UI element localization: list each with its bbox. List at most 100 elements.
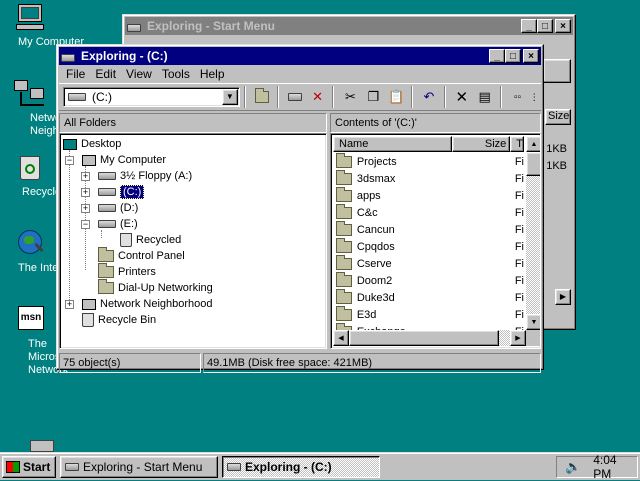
column-header-size[interactable]: Size xyxy=(545,109,571,125)
file-row[interactable]: Duke3d Fi xyxy=(333,288,524,306)
up-folder-button[interactable] xyxy=(251,86,273,108)
scroll-down-button[interactable]: ▼ xyxy=(526,314,540,330)
explorer-icon xyxy=(65,462,79,471)
desktop-icon xyxy=(63,138,77,150)
file-row[interactable]: Doom2 Fi xyxy=(333,271,524,289)
desktop-icon-recycle-bin[interactable]: Recycle Bin xyxy=(0,152,80,198)
small-icons-button[interactable]: ⋮ xyxy=(529,86,539,108)
task-button-start-menu[interactable]: Exploring - Start Menu xyxy=(60,455,218,478)
file-row[interactable]: 3dsmax Fi xyxy=(333,169,524,187)
expand-toggle[interactable]: + xyxy=(81,204,90,213)
speaker-icon[interactable]: 🔈 xyxy=(565,459,581,475)
expand-toggle[interactable]: + xyxy=(81,188,90,197)
scroll-left-button[interactable]: ◀ xyxy=(333,330,349,346)
printers-icon xyxy=(98,263,114,278)
tree-item-drive-d[interactable]: (D:) xyxy=(98,200,138,216)
folder-icon xyxy=(336,254,352,270)
column-header-name[interactable]: Name xyxy=(333,136,453,152)
tree-item-label: Recycle Bin xyxy=(98,314,157,326)
tree-item-drive-c[interactable]: (C:) xyxy=(98,184,145,200)
tree-item-network[interactable]: Network Neighborhood xyxy=(82,296,213,312)
file-row[interactable]: E3d Fi xyxy=(333,305,524,323)
vertical-scrollbar[interactable]: ▲ ▼ xyxy=(526,136,540,330)
undo-button[interactable]: ↶ xyxy=(418,86,440,108)
maximize-button[interactable]: □ xyxy=(537,19,553,33)
desktop-icon-internet[interactable]: The Internet xyxy=(0,228,77,274)
expand-toggle[interactable]: + xyxy=(81,172,90,181)
scroll-right-button[interactable]: ▶ xyxy=(555,289,571,305)
clock[interactable]: 4:04 PM xyxy=(593,453,637,481)
menu-file[interactable]: File xyxy=(61,67,90,81)
file-row[interactable]: Cancun Fi xyxy=(333,220,524,238)
column-header-type[interactable]: T xyxy=(510,136,524,152)
collapse-toggle[interactable]: − xyxy=(65,156,74,165)
copy-button[interactable]: ❐ xyxy=(362,86,384,108)
title-bar[interactable]: Exploring - Start Menu _ □ × xyxy=(125,17,573,35)
column-header-size[interactable]: Size xyxy=(452,136,511,152)
tree-item-printers[interactable]: Printers xyxy=(98,263,156,280)
menu-tools[interactable]: Tools xyxy=(157,67,195,81)
small-icons-icon: ⋮ xyxy=(529,91,539,102)
properties-button[interactable]: ▤ xyxy=(474,86,496,108)
cut-button[interactable]: ✂ xyxy=(339,86,361,108)
tree-item-label: Recycled xyxy=(136,234,182,246)
up-folder-icon xyxy=(254,88,269,103)
file-row[interactable]: Cpqdos Fi xyxy=(333,237,524,255)
address-combo[interactable]: (C:) ▼ xyxy=(63,87,240,107)
map-drive-button[interactable] xyxy=(284,86,306,108)
tree-item-control-panel[interactable]: Control Panel xyxy=(98,247,185,264)
scroll-right-button[interactable]: ▶ xyxy=(510,330,526,346)
scroll-thumb[interactable] xyxy=(526,152,540,176)
maximize-button[interactable]: □ xyxy=(505,49,521,63)
properties-button[interactable] xyxy=(543,59,571,83)
window-title: Exploring - Start Menu xyxy=(147,19,276,33)
large-icons-button[interactable]: ▫▫ xyxy=(507,86,529,108)
delete-icon: ✕ xyxy=(455,89,469,106)
size-cell: 1KB xyxy=(546,160,567,172)
menu-help[interactable]: Help xyxy=(195,67,230,81)
tree-item-dialup[interactable]: Dial-Up Networking xyxy=(98,279,213,296)
tree-item-drive-e[interactable]: (E:) xyxy=(98,216,138,232)
horizontal-scrollbar[interactable]: ◀ ▶ xyxy=(333,330,526,346)
close-button[interactable]: × xyxy=(555,19,571,33)
menu-view[interactable]: View xyxy=(121,67,157,81)
minimize-button[interactable]: _ xyxy=(489,49,505,63)
file-row[interactable]: Projects Fi xyxy=(333,152,524,170)
task-button-explorer-c[interactable]: Exploring - (C:) xyxy=(222,455,380,478)
delete-button[interactable]: ✕ xyxy=(451,86,473,108)
paste-button[interactable]: 📋 xyxy=(385,86,407,108)
file-name: apps xyxy=(356,189,381,202)
scroll-up-button[interactable]: ▲ xyxy=(526,136,540,152)
title-bar[interactable]: Exploring - (C:) _ □ × xyxy=(59,47,541,65)
tree-item-label: Dial-Up Networking xyxy=(118,282,213,294)
large-icons-icon: ▫▫ xyxy=(514,91,522,103)
collapse-toggle[interactable]: − xyxy=(81,220,90,229)
tree-item-my-computer[interactable]: My Computer xyxy=(82,152,166,168)
control-panel-icon xyxy=(98,247,114,262)
chevron-down-icon[interactable]: ▼ xyxy=(221,89,238,105)
desktop-icon-network[interactable]: Network Neighborhood xyxy=(0,78,99,138)
file-row[interactable]: C&c Fi xyxy=(333,203,524,221)
file-name: 3dsmax xyxy=(356,172,396,185)
tree-item-recycled[interactable]: Recycled xyxy=(120,232,181,248)
disconnect-drive-button[interactable]: ✕ xyxy=(307,86,329,108)
scroll-thumb[interactable] xyxy=(349,330,499,346)
contents-list[interactable]: Name Size T Projects Fi 3dsmax Fi apps Fi C&c F… xyxy=(330,133,541,349)
expand-toggle[interactable]: + xyxy=(65,300,74,309)
menu-edit[interactable]: Edit xyxy=(90,67,121,81)
minimize-button[interactable]: _ xyxy=(521,19,537,33)
file-row[interactable]: Cserve Fi xyxy=(333,254,524,272)
file-row[interactable]: apps Fi xyxy=(333,186,524,204)
desktop-icon-my-computer[interactable]: My Computer xyxy=(0,2,84,48)
close-button[interactable]: × xyxy=(523,49,539,63)
computer-icon xyxy=(82,154,96,166)
task-label: Exploring - (C:) xyxy=(245,459,332,474)
tree-item-floppy[interactable]: 3½ Floppy (A:) xyxy=(98,168,192,184)
toolbar: (C:) ▼ ✕ ✂ ❐ 📋 ↶ ✕ ▤ ▫▫ ⋮ xyxy=(59,83,541,111)
explorer-window-c[interactable]: Exploring - (C:) _ □ × File Edit View To… xyxy=(56,44,544,373)
start-button[interactable]: Start xyxy=(2,455,56,478)
folder-tree[interactable]: Desktop − My Computer + 3½ Floppy (A:) +… xyxy=(59,133,327,349)
tree-item-recycle-bin[interactable]: Recycle Bin xyxy=(82,312,156,328)
tree-item-desktop[interactable]: Desktop xyxy=(63,136,121,152)
desktop-icon-msn[interactable]: msn The Microsoft Network xyxy=(0,304,73,377)
